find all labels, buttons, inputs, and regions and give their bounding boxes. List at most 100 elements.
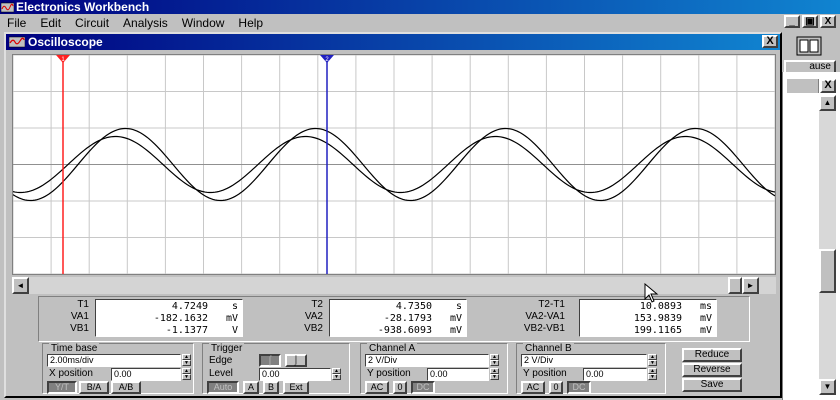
dva-value: 153.9839 xyxy=(633,313,682,324)
scope-display: 1 2 xyxy=(13,55,775,274)
va2-unit: mV xyxy=(449,313,462,324)
level-field[interactable]: 0.00 xyxy=(259,368,331,381)
parts-panel-scrollbar[interactable]: ▲ ▼ xyxy=(819,95,836,395)
dva-unit: mV xyxy=(699,313,712,324)
horizontal-scroll-thumb[interactable] xyxy=(728,277,742,294)
parts-panel-bar xyxy=(787,79,819,93)
scroll-up-arrow-icon[interactable]: ▲ xyxy=(819,95,836,111)
level-label: Level xyxy=(209,368,233,379)
scroll-left-arrow-icon[interactable]: ◄ xyxy=(12,277,29,294)
timebase-title: Time base xyxy=(49,343,100,354)
oscilloscope-window: Oscilloscope X 1 2 ◄ ► T1 VA1 VB1 4.7249… xyxy=(4,32,782,398)
mode-yt-button[interactable]: Y/T xyxy=(47,381,77,394)
t1-unit: s xyxy=(231,301,238,312)
trigger-b-button[interactable]: B xyxy=(263,381,279,394)
channel-a-ypos-label: Y position xyxy=(367,368,411,379)
mode-ba-button[interactable]: B/A xyxy=(79,381,109,394)
menu-window-label: Window xyxy=(181,16,225,30)
xpos-label: X position xyxy=(49,368,93,379)
trigger-a-button[interactable]: A xyxy=(243,381,259,394)
channel-a-ac-button[interactable]: AC xyxy=(365,381,389,394)
oscilloscope-title-bar[interactable]: Oscilloscope X xyxy=(6,34,780,50)
channel-b-ypos-field[interactable]: 0.00 xyxy=(583,368,647,381)
channel-a-ypos-spinner[interactable]: ▲ ▼ xyxy=(490,368,499,381)
xpos-field[interactable]: 0.00 xyxy=(111,368,181,381)
channel-a-title: Channel A xyxy=(367,343,418,354)
spin-down-icon[interactable]: ▼ xyxy=(490,374,499,380)
menu-bar: File Edit Circuit Analysis Window Help _… xyxy=(0,14,840,32)
trigger-auto-button[interactable]: Auto xyxy=(207,381,239,394)
mode-ab-button[interactable]: A/B xyxy=(111,381,141,394)
spin-down-icon[interactable]: ▼ xyxy=(648,360,657,366)
channel-b-ypos-label: Y position xyxy=(523,368,567,379)
mdi-close-button[interactable]: X xyxy=(820,15,836,28)
menu-edit[interactable]: Edit xyxy=(33,14,68,32)
level-spinner[interactable]: ▲ ▼ xyxy=(332,368,341,381)
app-icon xyxy=(1,2,14,13)
channel-a-group: Channel A 2 V/Div ▲ ▼ Y position 0.00 ▲ ▼ … xyxy=(360,343,508,394)
channel-a-scale-spinner[interactable]: ▲ ▼ xyxy=(490,354,499,367)
channel-a-ypos-field[interactable]: 0.00 xyxy=(427,368,489,381)
menu-analysis-label: Analysis xyxy=(123,16,168,30)
dvb-unit: mV xyxy=(699,325,712,336)
spin-down-icon[interactable]: ▼ xyxy=(648,374,657,380)
oscilloscope-close-button[interactable]: X xyxy=(762,35,778,48)
spin-down-icon[interactable]: ▼ xyxy=(182,374,191,380)
channel-b-ypos-spinner[interactable]: ▲ ▼ xyxy=(648,368,657,381)
channel-a-scale-field[interactable]: 2 V/Div xyxy=(365,354,489,367)
timebase-group: Time base 2.00ms/div ▲ ▼ X position 0.00 … xyxy=(42,343,194,394)
vb2-value: -938.6093 xyxy=(377,325,432,336)
scope-screen: 1 2 xyxy=(12,54,776,275)
channel-a-dc-button[interactable]: DC xyxy=(411,381,435,394)
dvb-value: 199.1165 xyxy=(633,325,682,336)
spin-down-icon[interactable]: ▼ xyxy=(332,374,341,380)
readout-box-2: 4.7350 s -28.1793 mV -938.6093 mV xyxy=(329,299,467,337)
scroll-down-arrow-icon[interactable]: ▼ xyxy=(819,379,836,395)
channel-b-zero-button[interactable]: 0 xyxy=(549,381,563,394)
menu-analysis[interactable]: Analysis xyxy=(116,14,175,32)
trigger-ext-button[interactable]: Ext xyxy=(283,381,309,394)
menu-window[interactable]: Window xyxy=(175,14,232,32)
app-title-bar: Electronics Workbench xyxy=(0,0,840,14)
trigger-group: Trigger Edge ⌠ ⌡ Level 0.00 ▲ ▼ Auto A B … xyxy=(202,343,350,394)
save-button[interactable]: Save xyxy=(682,378,742,392)
dt-unit: ms xyxy=(699,301,712,312)
menu-help[interactable]: Help xyxy=(231,14,270,32)
vb1-value: -1.1377 xyxy=(165,325,208,336)
readout-box-3: 10.0893 ms 153.9839 mV 199.1165 mV xyxy=(579,299,717,337)
spin-down-icon[interactable]: ▼ xyxy=(490,360,499,366)
edge-label: Edge xyxy=(209,355,233,366)
edge-falling-icon[interactable]: ⌡ xyxy=(285,354,307,367)
mdi-restore-button[interactable]: ▣ xyxy=(802,15,818,28)
book-icon[interactable] xyxy=(796,36,822,56)
spin-down-icon[interactable]: ▼ xyxy=(182,360,191,366)
menu-circuit[interactable]: Circuit xyxy=(68,14,116,32)
timebase-scale-field[interactable]: 2.00ms/div xyxy=(47,354,181,367)
timebase-spinner[interactable]: ▲ ▼ xyxy=(182,354,191,367)
channel-a-zero-button[interactable]: 0 xyxy=(393,381,407,394)
readout-box-1: 4.7249 s -182.1632 mV -1.1377 V xyxy=(95,299,243,337)
scope-horizontal-scrollbar[interactable]: ◄ ► xyxy=(12,277,776,294)
menu-edit-label: Edit xyxy=(40,16,62,30)
scope-grid xyxy=(13,55,775,274)
channel-b-ac-button[interactable]: AC xyxy=(521,381,545,394)
va1-value: -182.1632 xyxy=(153,313,208,324)
reverse-button[interactable]: Reverse xyxy=(682,363,742,377)
menu-file[interactable]: File xyxy=(0,14,33,32)
background-window: ause X ▲ ▼ xyxy=(782,32,840,400)
edge-rising-icon[interactable]: ⌠ xyxy=(259,354,281,367)
va2-value: -28.1793 xyxy=(383,313,432,324)
parts-panel-close-button[interactable]: X xyxy=(820,79,836,93)
channel-b-dc-button[interactable]: DC xyxy=(567,381,591,394)
channel-b-scale-spinner[interactable]: ▲ ▼ xyxy=(648,354,657,367)
xpos-spinner[interactable]: ▲ ▼ xyxy=(182,368,191,381)
app-title: Electronics Workbench xyxy=(16,0,150,14)
dt-value: 10.0893 xyxy=(639,301,682,312)
t1-value: 4.7249 xyxy=(171,301,208,312)
channel-b-scale-field[interactable]: 2 V/Div xyxy=(521,354,647,367)
scroll-thumb[interactable] xyxy=(819,249,836,293)
channel-b-title: Channel B xyxy=(523,343,574,354)
scroll-right-arrow-icon[interactable]: ► xyxy=(742,277,759,294)
mdi-minimize-button[interactable]: _ xyxy=(784,15,800,28)
reduce-button[interactable]: Reduce xyxy=(682,348,742,362)
